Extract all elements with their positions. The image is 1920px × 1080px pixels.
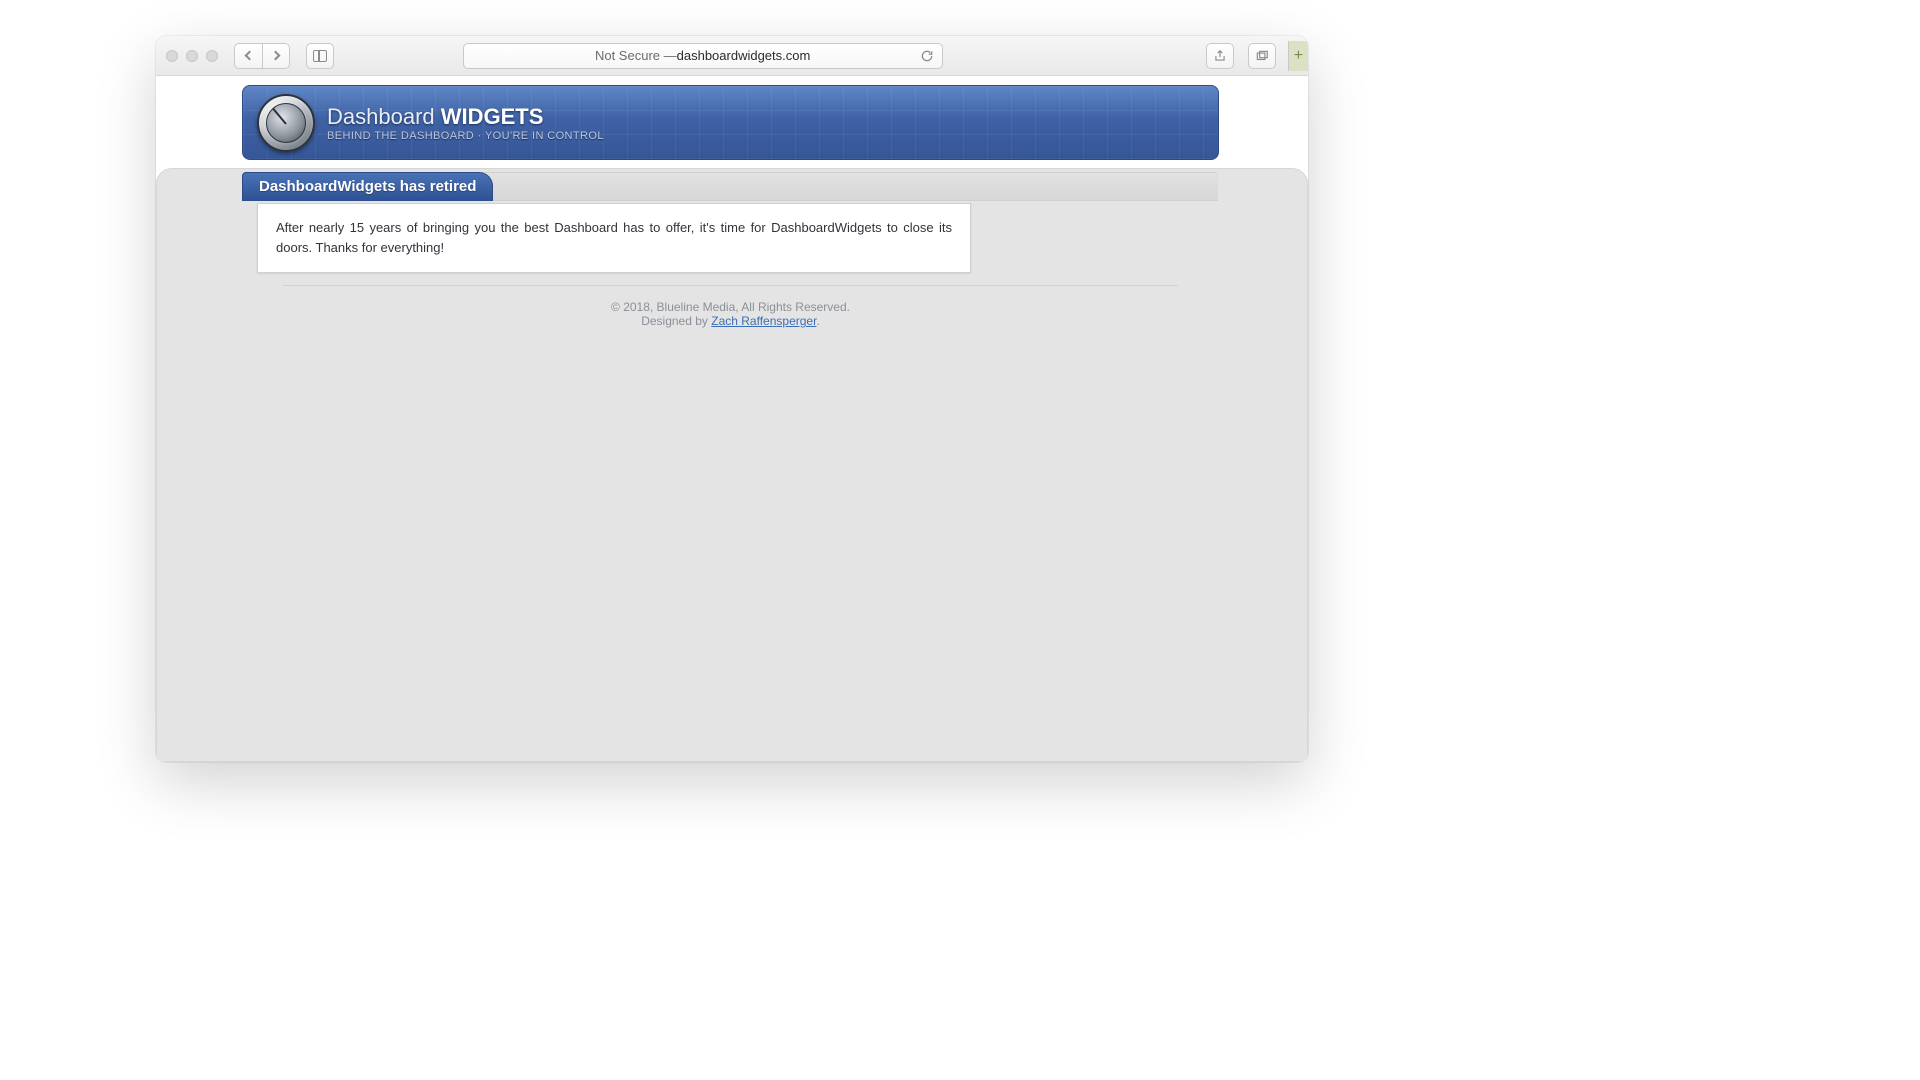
page-footer: © 2018, Blueline Media, All Rights Reser… — [243, 296, 1218, 350]
browser-window: Not Secure — dashboardwidgets.com + — [156, 36, 1308, 762]
share-button[interactable] — [1206, 43, 1234, 69]
minimize-window-button[interactable] — [186, 50, 198, 62]
divider — [283, 285, 1178, 286]
share-icon — [1213, 49, 1227, 63]
nav-buttons — [234, 43, 290, 69]
brand-title: Dashboard WIDGETS — [327, 104, 604, 130]
retirement-message: After nearly 15 years of bringing you th… — [257, 203, 971, 273]
content-panel: DashboardWidgets has retired After nearl… — [156, 168, 1308, 762]
brand-title-bold: WIDGETS — [441, 104, 544, 129]
toolbar-right: + — [1200, 41, 1298, 71]
address-bar[interactable]: Not Secure — dashboardwidgets.com — [463, 43, 943, 69]
chevron-right-icon — [270, 51, 280, 61]
show-tabs-button[interactable] — [1248, 43, 1276, 69]
copyright-text: © 2018, Blueline Media, All Rights Reser… — [243, 300, 1218, 314]
reload-button[interactable] — [920, 49, 934, 63]
address-domain: dashboardwidgets.com — [677, 48, 811, 63]
tabs-icon — [1255, 49, 1269, 63]
credit-line: Designed by Zach Raffensperger. — [243, 314, 1218, 328]
plus-icon: + — [1294, 47, 1303, 65]
new-tab-button[interactable]: + — [1288, 41, 1308, 71]
zoom-window-button[interactable] — [206, 50, 218, 62]
address-security-label: Not Secure — — [595, 48, 677, 63]
credit-suffix: . — [816, 314, 819, 328]
section-heading-bar: DashboardWidgets has retired — [243, 172, 1218, 201]
back-button[interactable] — [234, 43, 262, 69]
gauge-logo-icon — [257, 94, 315, 152]
close-window-button[interactable] — [166, 50, 178, 62]
titlebar: Not Secure — dashboardwidgets.com + — [156, 36, 1308, 76]
designer-link[interactable]: Zach Raffensperger — [711, 314, 816, 328]
forward-button[interactable] — [262, 43, 290, 69]
brand-tagline: BEHIND THE DASHBOARD · YOU'RE IN CONTROL — [327, 130, 604, 142]
window-controls — [166, 50, 218, 62]
site-banner: Dashboard WIDGETS BEHIND THE DASHBOARD ·… — [242, 85, 1219, 160]
section-heading: DashboardWidgets has retired — [242, 172, 493, 201]
sidebar-toggle-button[interactable] — [306, 43, 334, 69]
sidebar-icon — [313, 50, 327, 62]
credit-prefix: Designed by — [641, 314, 711, 328]
content-inner: DashboardWidgets has retired After nearl… — [243, 172, 1218, 761]
chevron-left-icon — [245, 51, 255, 61]
page-viewport: Dashboard WIDGETS BEHIND THE DASHBOARD ·… — [156, 76, 1308, 762]
reload-icon — [920, 49, 934, 63]
brand-title-light: Dashboard — [327, 104, 441, 129]
brand-text: Dashboard WIDGETS BEHIND THE DASHBOARD ·… — [327, 104, 604, 142]
